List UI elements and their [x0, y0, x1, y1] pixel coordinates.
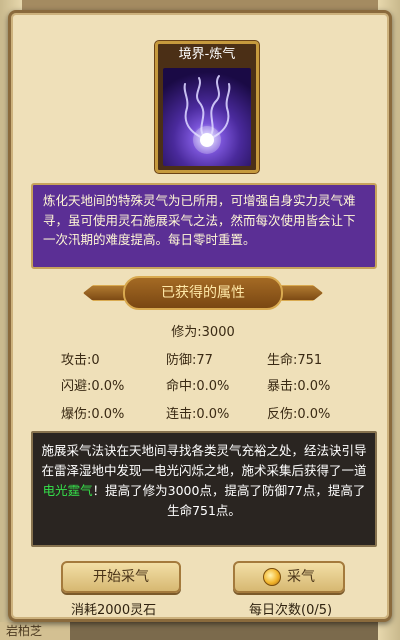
start-collect-cost: 消耗2000灵石 — [71, 603, 157, 618]
realm-card-title: 境界-炼气 — [178, 47, 236, 62]
qi-collection-panel: 境界-炼气 炼化天地间的特殊灵气为已所用，可增强自身实力灵气难寻，虽可使用灵石施… — [8, 10, 392, 622]
stat-hp: 生命:751 — [267, 353, 323, 368]
realm-card: 境界-炼气 — [155, 41, 259, 173]
stat-combo: 连击:0.0% — [166, 407, 230, 422]
collect-button-label: 采气 — [287, 569, 315, 585]
background-bottom-label: 岩柏芝 — [0, 622, 70, 640]
stat-reflect: 反伤:0.0% — [267, 407, 331, 422]
stat-crit-damage: 爆伤:0.0% — [61, 407, 125, 422]
realm-description: 炼化天地间的特殊灵气为已所用，可增强自身实力灵气难寻，虽可使用灵石施展采气之法，… — [31, 183, 377, 269]
stat-attack: 攻击:0 — [61, 353, 100, 368]
daily-collect-count: 每日次数(0/5) — [249, 603, 333, 618]
result-text-part2: ！提高了修为3000点，提高了防御77点，提高了生命751点。 — [92, 483, 366, 518]
qi-flame-art-icon — [163, 68, 251, 166]
result-text-part1: 施展采气法诀在天地间寻找各类灵气充裕之处，经法诀引导在雷泽湿地中发现一电光闪烁之… — [41, 443, 367, 478]
collect-button[interactable]: 采气 — [233, 561, 345, 593]
stat-crit: 暴击:0.0% — [267, 379, 331, 394]
attributes-header: 已获得的属性 — [123, 276, 283, 310]
cultivation-value: 修为:3000 — [171, 325, 235, 340]
result-highlight-qi: 电光霆气 — [42, 483, 93, 498]
collection-result-box: 施展采气法诀在天地间寻找各类灵气充裕之处，经法诀引导在雷泽湿地中发现一电光闪烁之… — [31, 431, 377, 547]
attributes-header-ribbon: 已获得的属性 — [83, 276, 323, 310]
stat-dodge: 闪避:0.0% — [61, 379, 125, 394]
spirit-stone-coin-icon — [263, 568, 281, 586]
stat-defense: 防御:77 — [166, 353, 213, 368]
start-collect-button[interactable]: 开始采气 — [61, 561, 181, 593]
stat-hit: 命中:0.0% — [166, 379, 230, 394]
